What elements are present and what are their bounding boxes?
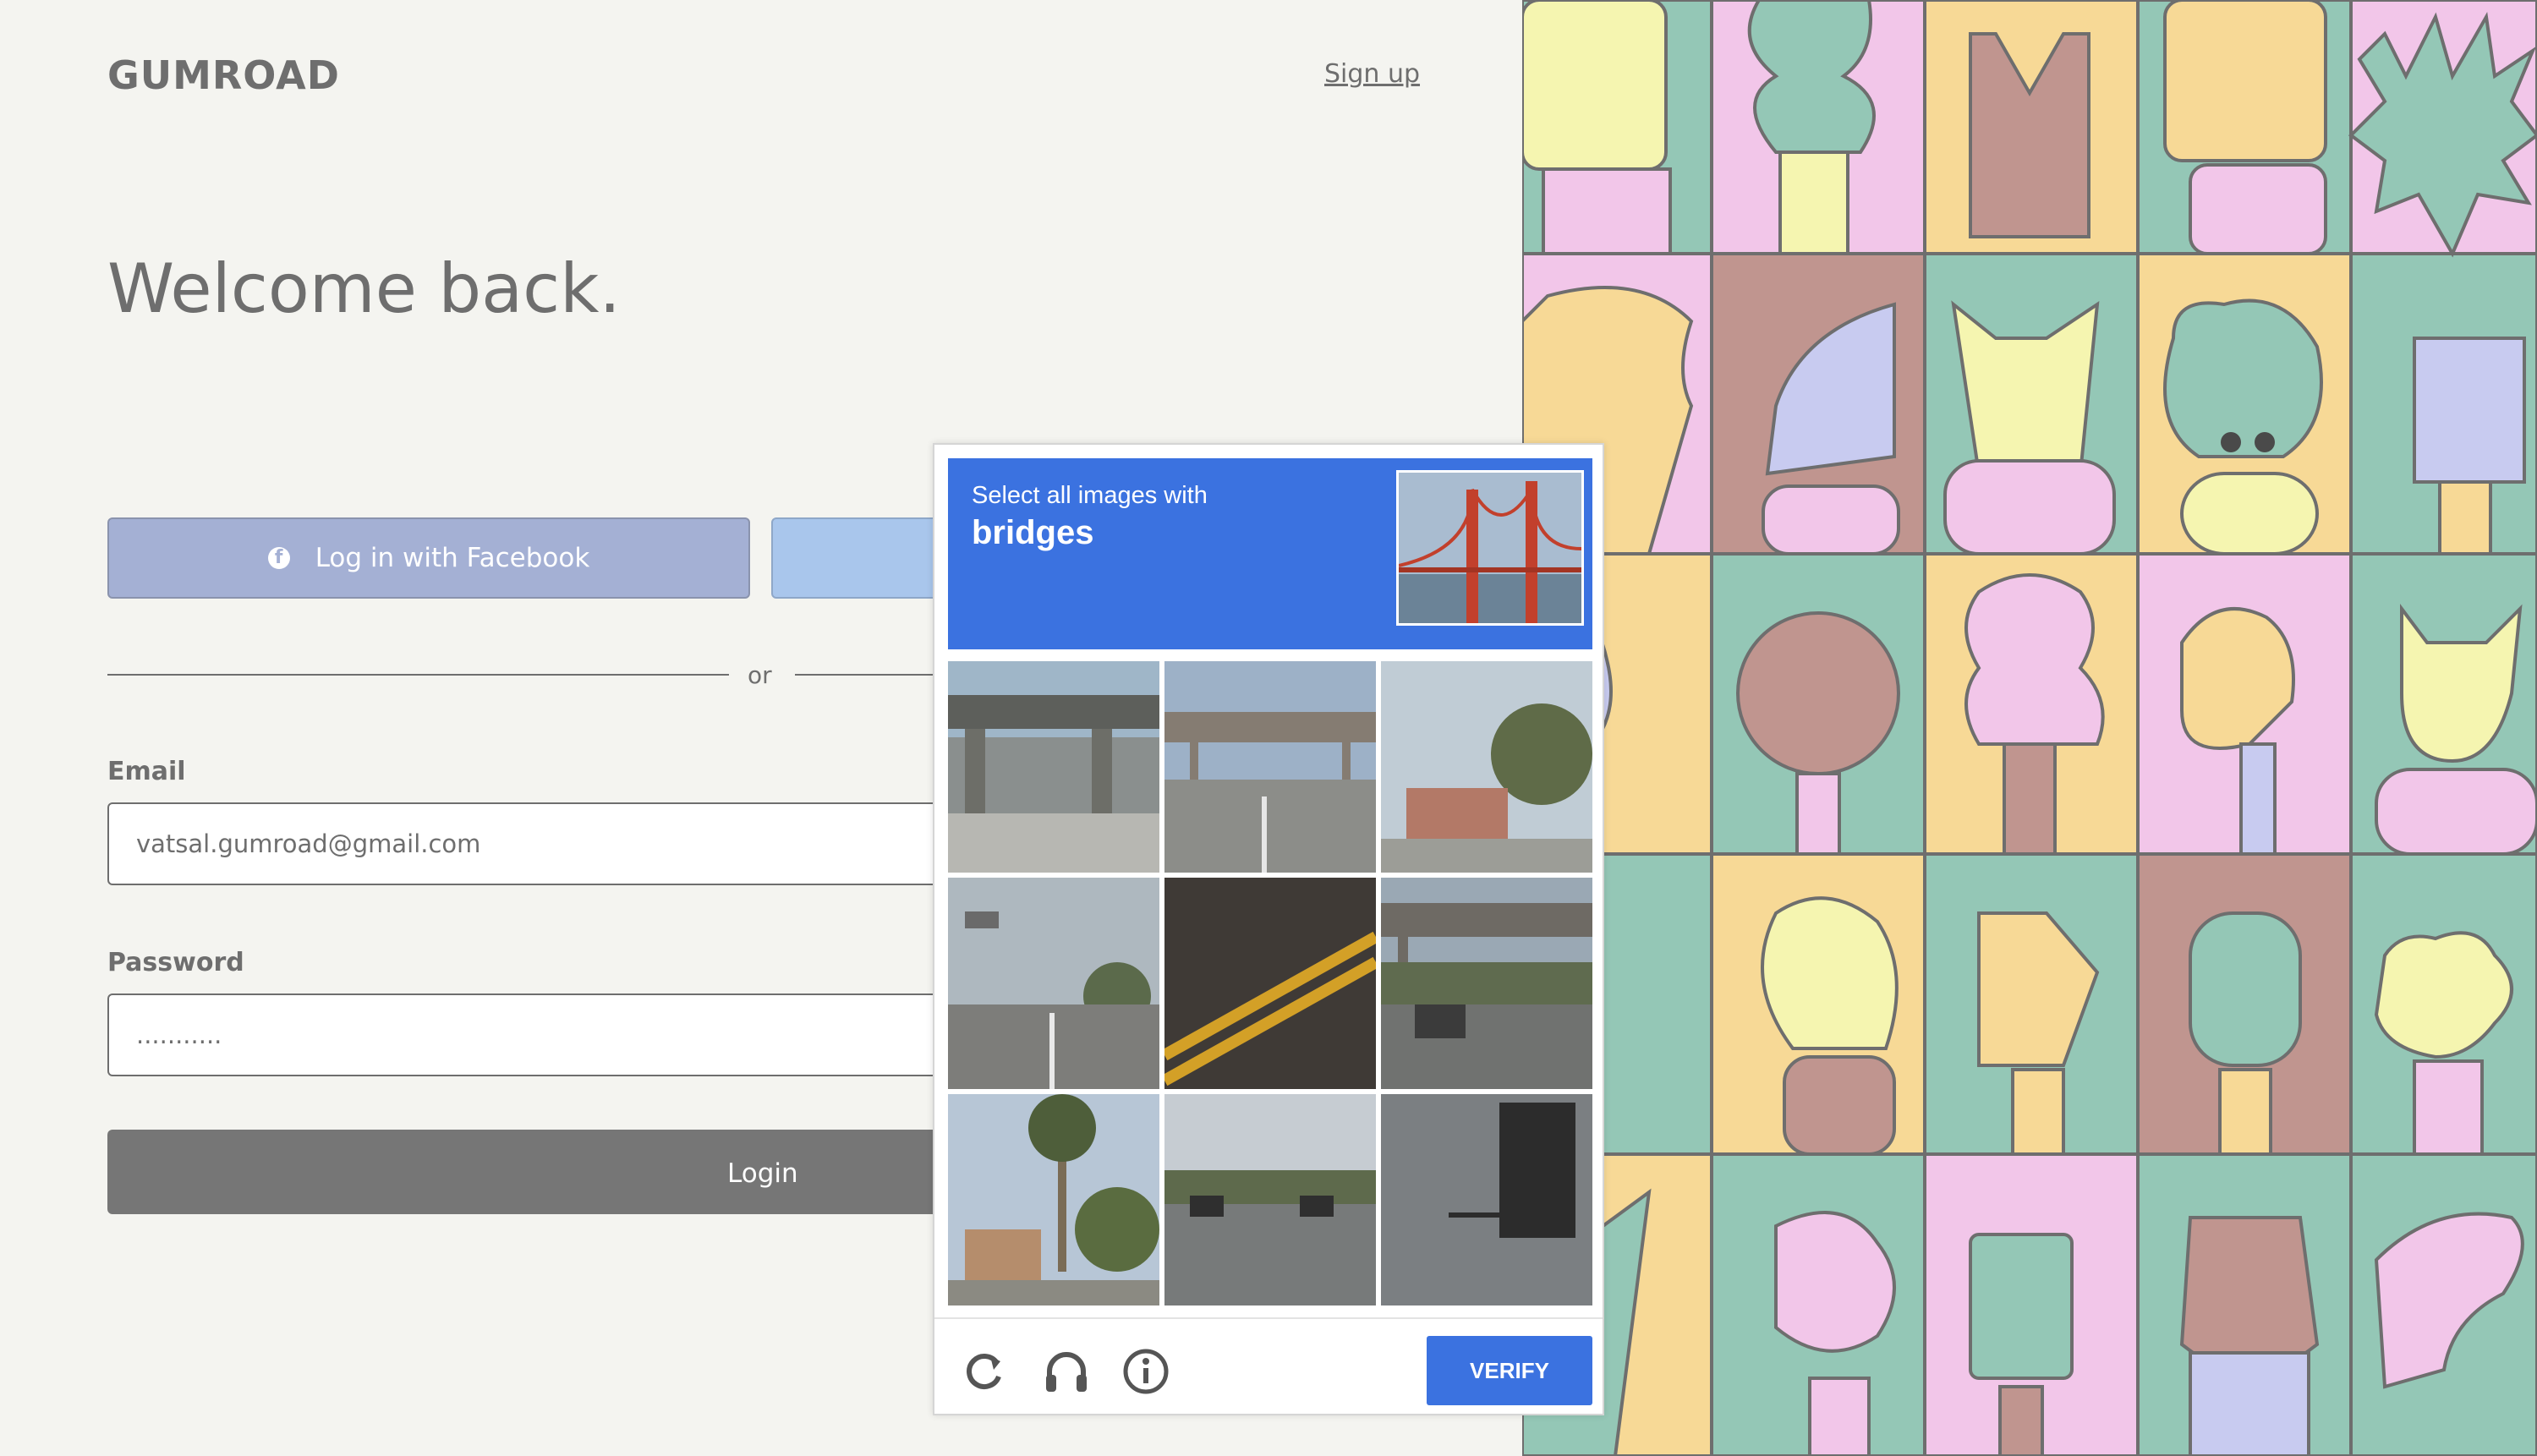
captcha-tile-4[interactable] bbox=[948, 878, 1159, 1089]
captcha-widget: Select all images with bridges VERIFY bbox=[933, 443, 1604, 1415]
captcha-tile-3[interactable] bbox=[1381, 661, 1592, 873]
login-button-label: Login bbox=[727, 1158, 798, 1189]
captcha-example-image bbox=[1396, 470, 1584, 626]
signup-link[interactable]: Sign up bbox=[1324, 59, 1420, 89]
captcha-image-grid bbox=[948, 661, 1592, 1305]
facebook-login-button[interactable]: f Log in with Facebook bbox=[107, 517, 750, 599]
captcha-instruction: Select all images with bbox=[972, 482, 1208, 509]
captcha-tile-6[interactable] bbox=[1381, 878, 1592, 1089]
facebook-icon: f bbox=[267, 547, 290, 569]
character-illustration bbox=[1522, 0, 2537, 1456]
captcha-tile-7[interactable] bbox=[948, 1094, 1159, 1305]
divider-left bbox=[107, 674, 729, 676]
captcha-tile-9[interactable] bbox=[1381, 1094, 1592, 1305]
password-label: Password bbox=[107, 948, 244, 977]
email-label: Email bbox=[107, 757, 186, 786]
captcha-tile-8[interactable] bbox=[1164, 1094, 1376, 1305]
captcha-target: bridges bbox=[972, 514, 1094, 551]
captcha-footer-divider bbox=[934, 1317, 1603, 1319]
captcha-header: Select all images with bridges bbox=[948, 458, 1592, 649]
info-icon[interactable] bbox=[1121, 1346, 1171, 1397]
page-title: Welcome back. bbox=[107, 249, 621, 328]
audio-headphones-icon[interactable] bbox=[1041, 1346, 1092, 1397]
captcha-tile-5[interactable] bbox=[1164, 878, 1376, 1089]
reload-icon[interactable] bbox=[960, 1346, 1011, 1397]
captcha-tile-2[interactable] bbox=[1164, 661, 1376, 873]
gumroad-logo[interactable]: GUMROAD bbox=[107, 52, 340, 98]
divider-or-text: or bbox=[748, 661, 772, 689]
captcha-tile-1[interactable] bbox=[948, 661, 1159, 873]
verify-button[interactable]: VERIFY bbox=[1427, 1336, 1592, 1405]
facebook-login-label: Log in with Facebook bbox=[315, 543, 590, 573]
